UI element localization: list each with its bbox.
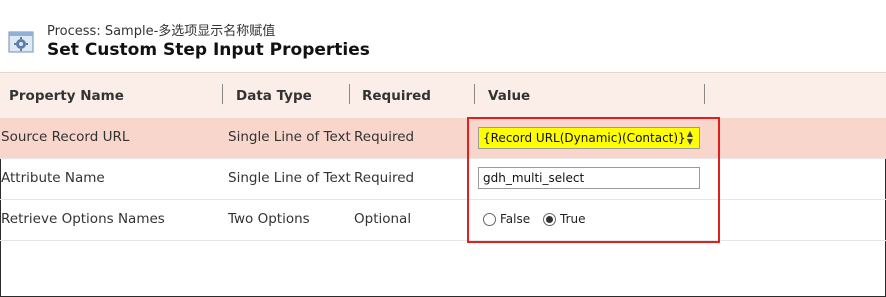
spinner-arrows-icon[interactable]: ▲ ▼ (682, 129, 698, 147)
column-header-data-type[interactable]: Data Type (236, 88, 312, 104)
column-header-value[interactable]: Value (488, 88, 530, 104)
page-title: Set Custom Step Input Properties (47, 40, 370, 60)
dialog-header: Process: Sample-多选项显示名称赋值 Set Custom Ste… (0, 0, 886, 72)
column-divider (222, 84, 223, 104)
property-name-cell: Attribute Name (1, 170, 105, 186)
source-record-url-value: {Record URL(Dynamic)(Contact)} (483, 131, 686, 145)
table-header: Property Name Data Type Required Value (0, 72, 886, 120)
column-divider (704, 84, 705, 104)
required-cell: Optional (354, 211, 412, 227)
required-cell: Required (354, 129, 415, 145)
required-cell: Required (354, 170, 415, 186)
settings-window-icon (8, 31, 34, 53)
column-header-required[interactable]: Required (362, 88, 431, 104)
column-header-property-name[interactable]: Property Name (9, 88, 124, 104)
false-radio-label[interactable]: False (500, 212, 530, 226)
column-divider (349, 84, 350, 104)
attribute-name-value: gdh_multi_select (483, 171, 585, 185)
data-type-cell: Single Line of Text (228, 170, 351, 186)
process-label: Process: Sample-多选项显示名称赋值 (47, 24, 276, 39)
table-row[interactable]: Attribute Name Single Line of Text Requi… (0, 159, 886, 200)
true-radio-label[interactable]: True (560, 212, 586, 226)
property-name-cell: Retrieve Options Names (1, 211, 165, 227)
table-row[interactable]: Retrieve Options Names Two Options Optio… (0, 200, 886, 241)
property-name-cell: Source Record URL (1, 129, 130, 145)
attribute-name-input[interactable]: gdh_multi_select (478, 167, 700, 189)
data-type-cell: Two Options (228, 211, 310, 227)
false-radio[interactable] (483, 213, 496, 226)
true-radio[interactable] (543, 213, 556, 226)
column-divider (474, 84, 475, 104)
data-type-cell: Single Line of Text (228, 129, 351, 145)
table-row[interactable]: Source Record URL Single Line of Text Re… (0, 118, 886, 159)
source-record-url-input[interactable]: {Record URL(Dynamic)(Contact)} ▲ ▼ (478, 127, 700, 149)
